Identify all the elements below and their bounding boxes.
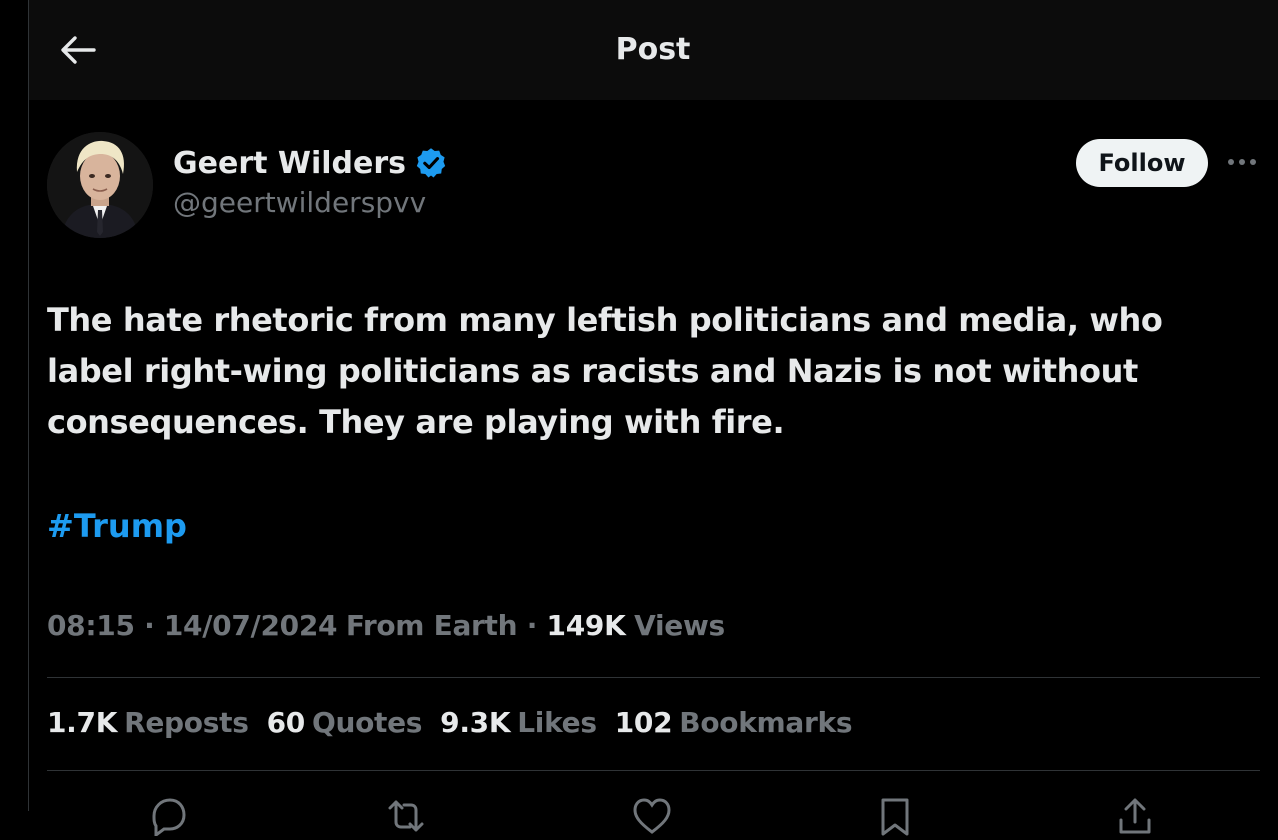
views-label: Views [634, 609, 725, 642]
more-horizontal-icon [1228, 159, 1256, 165]
stat-bookmarks[interactable]: 102 Bookmarks [614, 702, 853, 744]
author-name-row: Geert Wilders [173, 143, 448, 183]
column-border [28, 0, 29, 811]
repost-icon[interactable] [386, 796, 426, 836]
reply-icon[interactable] [148, 796, 188, 838]
stat-count: 1.7K [47, 706, 118, 739]
tweet-meta: 08:15 · 14/07/2024 From Earth · 149K Vie… [47, 609, 725, 642]
stat-likes[interactable]: 9.3K Likes [440, 702, 597, 744]
stat-label: Bookmarks [679, 706, 853, 739]
engagement-stats: 1.7K Reposts 60 Quotes 9.3K Likes 102 Bo… [47, 702, 853, 744]
author-handle[interactable]: @geertwilderspvv [173, 186, 426, 219]
stat-count: 60 [266, 706, 306, 739]
more-options-button[interactable] [1224, 148, 1260, 176]
stat-quotes[interactable]: 60 Quotes [267, 702, 423, 744]
bookmark-icon[interactable] [875, 796, 915, 836]
stat-reposts[interactable]: 1.7K Reposts [47, 702, 249, 744]
stat-label: Reposts [124, 706, 249, 739]
stat-count: 102 [614, 706, 673, 739]
tweet-source: From Earth [345, 609, 518, 642]
stat-label: Quotes [311, 706, 423, 739]
divider [47, 770, 1260, 771]
follow-button[interactable]: Follow [1076, 139, 1208, 187]
tweet-text: The hate rhetoric from many leftish poli… [47, 301, 1163, 441]
share-icon[interactable] [1115, 796, 1155, 836]
author-display-name[interactable]: Geert Wilders [173, 146, 406, 181]
tweet-date[interactable]: 14/07/2024 [164, 609, 338, 642]
stat-label: Likes [517, 706, 597, 739]
tweet-time[interactable]: 08:15 [47, 609, 135, 642]
avatar[interactable] [47, 132, 153, 238]
verified-badge-icon[interactable] [414, 146, 448, 180]
hashtag-link[interactable]: #Trump [47, 502, 187, 550]
like-icon[interactable] [632, 796, 672, 836]
stat-count: 9.3K [440, 706, 511, 739]
divider [47, 677, 1260, 678]
page-title: Post [615, 32, 691, 67]
views-count: 149K [546, 609, 626, 642]
